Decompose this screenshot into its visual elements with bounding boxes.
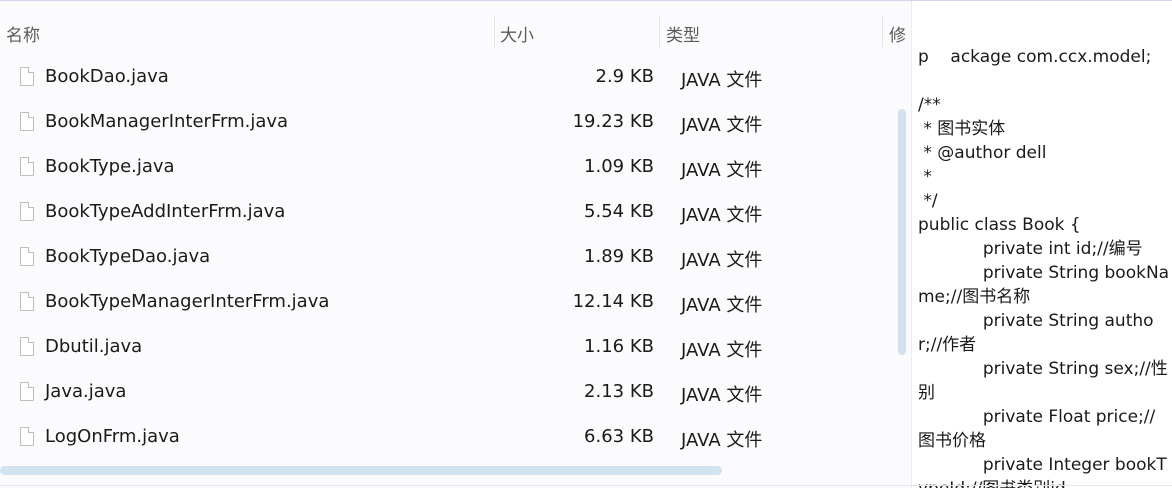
column-header-date-modified[interactable]: 修 [889,21,906,46]
file-type: JAVA 文件 [681,295,763,316]
file-icon [20,112,34,131]
file-type: JAVA 文件 [681,250,763,271]
column-header-type[interactable]: 类型 [666,21,700,46]
file-name: BookTypeManagerInterFrm.java [45,291,330,312]
file-icon [20,337,34,356]
file-name: BookTypeDao.java [45,246,211,267]
column-header-row: 名称 大小 类型 修 [0,1,910,57]
file-name: Java.java [45,381,127,402]
column-header-size[interactable]: 大小 [500,21,534,46]
file-type: JAVA 文件 [681,430,763,451]
file-row[interactable]: BookTypeManagerInterFrm.java 12.14 KB JA… [0,280,900,325]
file-size: 1.16 KB [584,336,654,357]
file-size: 2.9 KB [595,66,655,87]
file-icon [20,427,34,446]
column-separator[interactable] [882,15,883,47]
file-list-pane[interactable]: 名称 大小 类型 修 BookDao.java 2.9 KB JAVA 文件 B… [0,1,910,488]
file-row[interactable]: BookDao.java 2.9 KB JAVA 文件 [0,55,900,100]
file-name: BookTypeAddInterFrm.java [45,201,286,222]
bottom-divider [0,485,1172,486]
file-type: JAVA 文件 [681,205,763,226]
file-size: 1.89 KB [584,246,654,267]
column-header-name[interactable]: 名称 [6,21,40,46]
file-row[interactable]: LogOnFrm.java 6.63 KB JAVA 文件 [0,415,900,460]
file-icon [20,67,34,86]
file-row[interactable]: BookManagerInterFrm.java 19.23 KB JAVA 文… [0,100,900,145]
file-icon [20,382,34,401]
vertical-scrollbar-thumb[interactable] [898,109,906,355]
file-type: JAVA 文件 [681,70,763,91]
file-row[interactable]: Dbutil.java 1.16 KB JAVA 文件 [0,325,900,370]
column-separator[interactable] [659,15,660,47]
file-type: JAVA 文件 [681,385,763,406]
file-explorer-window: 名称 大小 类型 修 BookDao.java 2.9 KB JAVA 文件 B… [0,0,1172,488]
file-row[interactable]: BookTypeDao.java 1.89 KB JAVA 文件 [0,235,900,280]
file-list: BookDao.java 2.9 KB JAVA 文件 BookManagerI… [0,55,900,460]
file-icon [20,157,34,176]
column-separator[interactable] [494,15,495,47]
horizontal-scrollbar-thumb[interactable] [0,466,722,475]
file-size: 6.63 KB [584,426,654,447]
file-row[interactable]: BookTypeAddInterFrm.java 5.54 KB JAVA 文件 [0,190,900,235]
file-name: LogOnFrm.java [45,426,180,447]
file-size: 19.23 KB [572,111,654,132]
file-size: 1.09 KB [584,156,654,177]
file-type: JAVA 文件 [681,115,763,136]
file-size: 5.54 KB [584,201,654,222]
code-preview: p ackage com.ccx.model; /** * 图书实体 * @au… [918,47,1170,488]
file-row[interactable]: BookType.java 1.09 KB JAVA 文件 [0,145,900,190]
file-type: JAVA 文件 [681,340,763,361]
preview-pane[interactable]: p ackage com.ccx.model; /** * 图书实体 * @au… [911,1,1172,488]
file-icon [20,292,34,311]
file-name: BookType.java [45,156,175,177]
file-name: BookDao.java [45,66,169,87]
file-size: 2.13 KB [584,381,654,402]
file-name: BookManagerInterFrm.java [45,111,289,132]
file-icon [20,247,34,266]
file-icon [20,202,34,221]
file-size: 12.14 KB [572,291,654,312]
file-name: Dbutil.java [45,336,143,357]
file-row[interactable]: Java.java 2.13 KB JAVA 文件 [0,370,900,415]
file-type: JAVA 文件 [681,160,763,181]
